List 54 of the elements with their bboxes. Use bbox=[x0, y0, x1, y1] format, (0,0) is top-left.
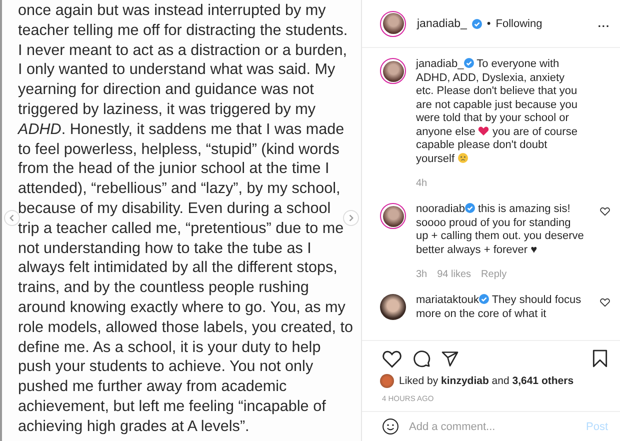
comment-time: 4h bbox=[416, 178, 428, 189]
post-text-line: attended), “rebellious” and “lazy”, by my school, bbox=[18, 179, 340, 199]
post-text-line: pushed me further away from academic bbox=[18, 377, 287, 397]
chevron-right-icon bbox=[347, 214, 355, 222]
comment-field[interactable]: Add a comment... bbox=[407, 420, 578, 434]
post-text-line: achievement, but left me feeling “incapable of bbox=[18, 396, 326, 417]
bookmark-icon[interactable] bbox=[592, 349, 608, 368]
comment-text: mariataktouk They should focus more on the core of what it bbox=[416, 294, 582, 321]
post-text-line: always felt intimidated by all the different stops, bbox=[18, 258, 338, 278]
emoji-icon[interactable] bbox=[382, 418, 399, 435]
post-text-line: around knowing exactly where to go. You, as my bbox=[18, 298, 346, 318]
next-button[interactable] bbox=[343, 210, 359, 226]
heart-icon[interactable] bbox=[600, 298, 610, 307]
comment-text: nooradiab this is amazing sis! soooo proud of you for standing up + calling them out. you deserve better always + forever ♥ bbox=[416, 203, 584, 257]
follow-status[interactable]: Following bbox=[496, 18, 542, 30]
share-icon[interactable] bbox=[441, 350, 459, 368]
username[interactable]: janadiab_ bbox=[417, 18, 467, 30]
heart-icon bbox=[478, 126, 490, 136]
post-text-line: achieving high grades at A levels”. bbox=[18, 416, 250, 437]
post-text-line: from the head of the junior school at the time I bbox=[18, 159, 330, 180]
heart-icon[interactable] bbox=[382, 350, 402, 368]
username[interactable]: janadiab_ bbox=[416, 58, 464, 70]
comment-icon[interactable] bbox=[412, 349, 431, 368]
likes-text: Liked by kinzydiab and 3,641 others bbox=[399, 375, 574, 387]
previous-button[interactable] bbox=[4, 210, 20, 226]
post-text-line: ADHD. Honestly, it saddens me that I was made bbox=[18, 120, 344, 140]
post-text-line: trip a teacher called me, “pretentious” due to me bbox=[18, 218, 344, 239]
avatar bbox=[380, 374, 394, 388]
post-text-line: I only wanted to understand what was said. My bbox=[18, 60, 336, 80]
post-text-line: role models, allowed those labels, you created, to bbox=[18, 318, 354, 338]
post-text-line: because of my disability. Even during a school bbox=[18, 198, 331, 219]
username[interactable]: mariataktouk bbox=[416, 294, 479, 306]
avatar[interactable] bbox=[380, 10, 406, 36]
comment-time: 3h bbox=[416, 269, 428, 280]
post-text-line: to feel powerless, helpless, “stupid” (kind words bbox=[18, 140, 340, 160]
avatar[interactable] bbox=[380, 58, 406, 84]
crying-face-icon bbox=[458, 152, 468, 162]
separator-dot: • bbox=[486, 18, 491, 30]
post-text-line: triggered by laziness, it was triggered by my bbox=[18, 100, 316, 120]
post-text-line: once again but was instead interrupted by my bbox=[18, 1, 326, 21]
post-text-line: yearning for direction and guidance was not bbox=[18, 80, 314, 100]
avatar[interactable] bbox=[380, 294, 406, 320]
more-button[interactable]: ... bbox=[598, 18, 610, 30]
post-text-line: push your students to achieve. You not only bbox=[18, 357, 314, 378]
post-text-line: teacher telling me off for distracting the students. bbox=[18, 20, 348, 41]
post-text-line: not understanding how to take the tube as I bbox=[18, 238, 312, 258]
post-text-line: trains, and by the countless people rushing bbox=[18, 278, 309, 298]
avatar[interactable] bbox=[380, 203, 406, 229]
heart-icon[interactable] bbox=[600, 207, 610, 216]
post-text-line: define me. As a school, it is your duty to help bbox=[18, 338, 321, 358]
post-text-line: I never meant to act as a distraction or a burden, bbox=[18, 40, 348, 60]
username[interactable]: nooradiab bbox=[416, 203, 465, 215]
caption-text: janadiab_ To everyone with ADHD, ADD, Dyslexia, anxiety etc. Please don't believe that you are not capable just because you were told that by your school or anyone else you are of course capable please don't doubt yourself bbox=[416, 58, 578, 166]
chevron-left-icon bbox=[8, 214, 16, 222]
